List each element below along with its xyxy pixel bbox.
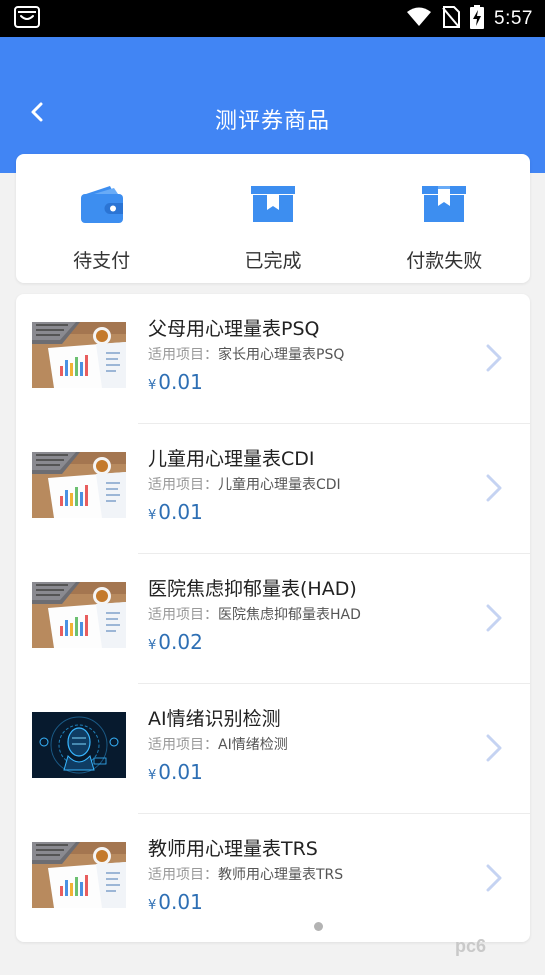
currency-symbol: ¥ <box>148 378 157 393</box>
product-title: 医院焦虑抑郁量表(HAD) <box>148 578 357 600</box>
product-title: 儿童用心理量表CDI <box>148 448 315 470</box>
status-left <box>14 5 40 32</box>
product-price: ¥0.01 <box>148 890 203 914</box>
applicable-value: 医院焦虑抑郁量表HAD <box>218 607 361 623</box>
desk-report-image <box>32 842 126 908</box>
applicable-value: 儿童用心理量表CDI <box>218 477 341 493</box>
wallet-icon <box>80 184 124 228</box>
applicable-value: 教师用心理量表TRS <box>218 867 344 883</box>
currency-symbol: ¥ <box>148 898 157 913</box>
product-item[interactable]: AI情绪识别检测 适用项目：AI情绪检测 ¥0.01 <box>16 684 530 814</box>
chevron-right-icon <box>484 734 504 762</box>
applicable-value: 家长用心理量表PSQ <box>218 347 345 363</box>
applicable-label: 适用项目： <box>148 477 218 493</box>
applicable-project: 适用项目：儿童用心理量表CDI <box>148 474 341 494</box>
currency-symbol: ¥ <box>148 768 157 783</box>
price-amount: 0.01 <box>158 370 203 394</box>
price-amount: 0.01 <box>158 500 203 524</box>
status-right: 5:57 <box>406 4 533 33</box>
status-bar: 5:57 <box>0 0 545 37</box>
applicable-project: 适用项目：医院焦虑抑郁量表HAD <box>148 604 361 624</box>
price-amount: 0.01 <box>158 890 203 914</box>
battery-charging-icon <box>470 4 485 33</box>
tab-label: 待支付 <box>73 250 131 272</box>
product-item[interactable]: 儿童用心理量表CDI 适用项目：儿童用心理量表CDI ¥0.01 <box>16 424 530 554</box>
product-item[interactable]: 父母用心理量表PSQ 适用项目：家长用心理量表PSQ ¥0.01 <box>16 294 530 424</box>
applicable-label: 适用项目： <box>148 607 218 623</box>
currency-symbol: ¥ <box>148 508 157 523</box>
product-title: 教师用心理量表TRS <box>148 838 318 860</box>
desk-report-image <box>32 322 126 388</box>
price-amount: 0.02 <box>158 630 203 654</box>
header: 测评券商品 <box>0 37 545 173</box>
product-price: ¥0.01 <box>148 500 203 524</box>
page-title: 测评券商品 <box>214 109 330 134</box>
chevron-right-icon <box>484 344 504 372</box>
applicable-value: AI情绪检测 <box>218 737 288 753</box>
chevron-right-icon <box>484 864 504 892</box>
order-status-card: 待支付 已完成 付款失败 <box>16 154 530 283</box>
tab-label: 付款失败 <box>406 250 483 272</box>
chevron-right-icon <box>484 604 504 632</box>
product-item[interactable]: 医院焦虑抑郁量表(HAD) 适用项目：医院焦虑抑郁量表HAD ¥0.02 <box>16 554 530 684</box>
product-price: ¥0.01 <box>148 370 203 394</box>
product-item[interactable]: 教师用心理量表TRS 适用项目：教师用心理量表TRS ¥0.01 <box>16 814 530 942</box>
applicable-project: 适用项目：教师用心理量表TRS <box>148 864 343 884</box>
product-title: 父母用心理量表PSQ <box>148 318 320 340</box>
currency-symbol: ¥ <box>148 638 157 653</box>
tab-label: 已完成 <box>244 250 302 272</box>
no-sim-icon <box>442 5 461 32</box>
status-time: 5:57 <box>494 7 533 29</box>
applicable-label: 适用项目： <box>148 347 218 363</box>
tab-pending-payment[interactable]: 待支付 <box>22 184 182 273</box>
wifi-icon <box>406 7 432 31</box>
product-list: 父母用心理量表PSQ 适用项目：家长用心理量表PSQ ¥0.01 儿童用心理量表… <box>16 294 530 942</box>
applicable-project: 适用项目：AI情绪检测 <box>148 734 288 754</box>
box-failed-icon <box>421 184 467 228</box>
product-price: ¥0.02 <box>148 630 203 654</box>
watermark-logo: pc6 <box>455 936 487 956</box>
applicable-label: 适用项目： <box>148 867 218 883</box>
notification-icon <box>14 5 40 32</box>
product-title: AI情绪识别检测 <box>148 708 281 730</box>
ai-face-image <box>32 712 126 778</box>
tab-payment-failed[interactable]: 付款失败 <box>364 184 524 273</box>
page-indicator-dot <box>314 922 323 931</box>
product-price: ¥0.01 <box>148 760 203 784</box>
chevron-right-icon <box>484 474 504 502</box>
box-done-icon <box>250 184 296 228</box>
desk-report-image <box>32 582 126 648</box>
applicable-label: 适用项目： <box>148 737 218 753</box>
desk-report-image <box>32 452 126 518</box>
tab-completed[interactable]: 已完成 <box>193 184 353 273</box>
price-amount: 0.01 <box>158 760 203 784</box>
applicable-project: 适用项目：家长用心理量表PSQ <box>148 344 344 364</box>
